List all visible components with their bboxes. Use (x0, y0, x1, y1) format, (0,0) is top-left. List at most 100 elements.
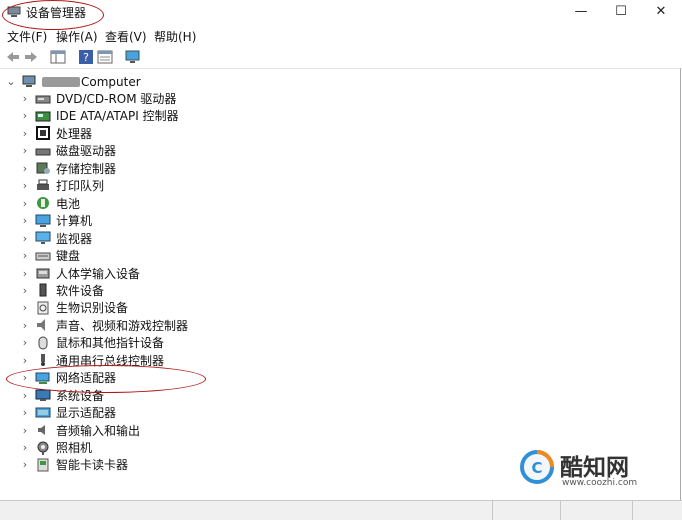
annotation-circle-network (6, 365, 206, 393)
chevron-right-icon[interactable]: › (18, 197, 32, 210)
chevron-right-icon[interactable]: › (18, 127, 32, 140)
tree-root[interactable]: ⌄ Computer (4, 73, 141, 90)
forward-arrow-icon[interactable] (23, 49, 39, 65)
tree-item-display-adapters[interactable]: › 显示适配器 (18, 404, 116, 421)
watermark: C 酷知网 www.coozhi.com (520, 446, 670, 496)
tree-item-human-interface-devices[interactable]: › 人体学输入设备 (18, 265, 140, 282)
tree-item-print-queues[interactable]: › 打印队列 (18, 177, 104, 194)
tree-item-smart-card-readers[interactable]: › 智能卡读卡器 (18, 456, 128, 473)
chevron-right-icon[interactable]: › (18, 424, 32, 437)
tree-item-label: DVD/CD-ROM 驱动器 (56, 92, 177, 106)
tree-item-processors[interactable]: › 处理器 (18, 125, 92, 142)
usb-icon (41, 354, 45, 367)
minimize-button[interactable]: — (570, 2, 592, 22)
tree-item-label: 电池 (56, 196, 81, 211)
chevron-right-icon[interactable]: › (18, 319, 32, 332)
tree-item-storage-controllers[interactable]: › 存储控制器 (18, 160, 116, 177)
tree-item-mice-pointing-devices[interactable]: › 鼠标和其他指针设备 (18, 334, 164, 351)
keyboard-icon (35, 252, 51, 261)
menu-file[interactable]: 文件(F) (7, 28, 47, 45)
tree-item-sound-video-game-controllers[interactable]: › 声音、视频和游戏控制器 (18, 317, 188, 334)
tree-item-batteries[interactable]: › 电池 (18, 195, 80, 212)
scan-hardware-icon[interactable] (125, 49, 141, 65)
fingerprint-icon (37, 301, 49, 315)
software-device-icon (39, 283, 47, 297)
disk-drive-icon (35, 148, 51, 156)
menu-action[interactable]: 操作(A) (56, 28, 98, 45)
tree-item-label: IDE ATA/ATAPI 控制器 (56, 109, 179, 124)
tree-item-label: 声音、视频和游戏控制器 (56, 318, 189, 333)
maximize-button[interactable]: ☐ (610, 2, 632, 22)
chevron-right-icon[interactable]: › (18, 301, 32, 314)
chevron-right-icon[interactable]: › (18, 441, 32, 454)
tree-item-cameras[interactable]: › 照相机 (18, 439, 92, 456)
chevron-right-icon[interactable]: › (18, 144, 32, 157)
watermark-brand: 酷知网 (560, 455, 629, 481)
tree-item-label: 显示适配器 (56, 406, 117, 421)
status-segment (492, 501, 493, 520)
computer-icon (35, 214, 51, 227)
chevron-right-icon[interactable]: › (18, 389, 32, 402)
tree-item-label: 智能卡读卡器 (56, 458, 129, 473)
menu-help[interactable]: 帮助(H) (154, 28, 196, 45)
properties-icon[interactable] (97, 49, 113, 65)
chevron-right-icon[interactable]: › (18, 458, 32, 471)
chevron-right-icon[interactable]: › (18, 179, 32, 192)
speaker-icon (37, 319, 45, 332)
printer-icon (37, 179, 49, 190)
chevron-right-icon[interactable]: › (18, 267, 32, 280)
tree-item-keyboards[interactable]: › 键盘 (18, 247, 80, 264)
tree-item-audio-inputs-outputs[interactable]: › 音频输入和输出 (18, 422, 140, 439)
tree-item-label: 软件设备 (56, 283, 105, 298)
tree-item-label: 打印队列 (56, 179, 105, 194)
computer-icon (22, 75, 36, 87)
storage-controller-icon (36, 162, 50, 175)
chevron-right-icon[interactable]: › (18, 109, 32, 122)
chevron-right-icon[interactable]: › (18, 92, 32, 105)
tree-item-dvd-cd-rom-drives[interactable]: › DVD/CD-ROM 驱动器 (18, 90, 177, 107)
tree-item-ide-ata-atapi-controllers[interactable]: › IDE ATA/ATAPI 控制器 (18, 107, 179, 124)
mouse-icon (38, 336, 48, 350)
dvd-drive-icon (35, 95, 51, 103)
tree-item-label: 计算机 (56, 214, 93, 229)
back-arrow-icon[interactable] (5, 49, 21, 65)
svg-text:?: ? (83, 51, 89, 64)
chevron-right-icon[interactable]: › (18, 249, 32, 262)
svg-text:C: C (531, 459, 542, 477)
close-button[interactable]: ✕ (650, 2, 672, 22)
tree-item-software-devices[interactable]: › 软件设备 (18, 282, 104, 299)
menu-view[interactable]: 查看(V) (105, 28, 147, 45)
tree-item-label: 磁盘驱动器 (56, 144, 117, 159)
tree-item-label: 存储控制器 (56, 161, 117, 176)
tree-item-label: 处理器 (56, 126, 93, 141)
tree-item-label: 生物识别设备 (56, 301, 129, 316)
tree-item-disk-drives[interactable]: › 磁盘驱动器 (18, 142, 116, 159)
status-bar (0, 500, 682, 520)
chevron-right-icon[interactable]: › (18, 214, 32, 227)
menu-bar: 文件(F) 操作(A) 查看(V) 帮助(H) (0, 26, 682, 46)
toolbar: ? (0, 46, 682, 69)
ide-controller-icon (35, 111, 51, 122)
chevron-right-icon[interactable]: › (18, 232, 32, 245)
chevron-right-icon[interactable]: › (18, 336, 32, 349)
tree-item-label: 监视器 (56, 231, 93, 246)
chevron-down-icon[interactable]: ⌄ (4, 75, 18, 88)
console-tree-icon[interactable] (50, 49, 66, 65)
chevron-right-icon[interactable]: › (18, 284, 32, 297)
tree-root-label: Computer (81, 74, 141, 89)
display-adapter-icon (35, 407, 51, 418)
redacted-hostname (42, 76, 80, 87)
smart-card-icon (37, 458, 49, 472)
tree-item-label: 键盘 (56, 249, 81, 264)
tree-item-biometric-devices[interactable]: › 生物识别设备 (18, 299, 128, 316)
coozhi-logo-icon: C (520, 450, 554, 484)
chevron-right-icon[interactable]: › (18, 162, 32, 175)
tree-item-computer[interactable]: › 计算机 (18, 212, 92, 229)
help-icon[interactable]: ? (78, 49, 94, 65)
device-tree: ⌄ Computer › DVD/CD-ROM 驱动器 › IDE ATA/ATAPI… (0, 68, 681, 501)
chevron-right-icon[interactable]: › (18, 406, 32, 419)
hid-icon (36, 268, 50, 279)
status-segment (560, 501, 561, 520)
tree-item-monitors[interactable]: › 监视器 (18, 230, 92, 247)
chevron-right-icon[interactable]: › (18, 354, 32, 367)
